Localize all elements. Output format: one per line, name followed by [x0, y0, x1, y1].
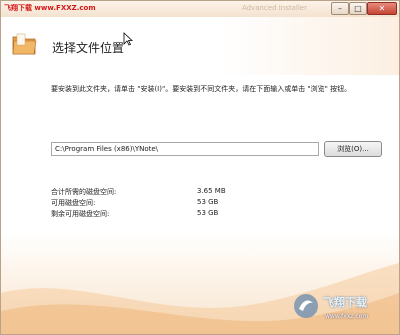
close-icon: ✕ — [378, 4, 386, 13]
cursor-icon — [123, 32, 133, 46]
watermark-bottom-text: 飞翔下载 — [323, 296, 367, 309]
minimize-icon: – — [338, 4, 342, 13]
installer-window: 飞翔下载 www.FXXZ.com Advanced Installer – □… — [0, 0, 400, 335]
watermark-bottom: 飞翔下载 www.fxxz.com — [291, 291, 396, 331]
install-path-input[interactable] — [51, 142, 319, 156]
available-space-value: 53 GB — [197, 198, 219, 206]
folder-icon — [12, 33, 37, 55]
maximize-button[interactable]: □ — [349, 2, 367, 15]
close-button[interactable]: ✕ — [367, 2, 397, 15]
remaining-space-value: 53 GB — [197, 209, 219, 217]
watermark-bottom-url: www.fxxz.com — [325, 313, 369, 320]
browse-button[interactable]: 浏览(O)... — [324, 141, 382, 157]
watermark-top-text: 飞翔下载 www.FXXZ.com — [4, 4, 96, 12]
minimize-button[interactable]: – — [331, 2, 349, 15]
required-space-label: 合计所需的磁盘空间: — [51, 188, 117, 196]
available-space-label: 可用磁盘空间: — [51, 199, 96, 207]
maximize-icon: □ — [354, 4, 362, 13]
instructions-text: 要安装到此文件夹，请单击 "安装(I)"。要安装到不同文件夹，请在下面输入或单击… — [51, 85, 352, 93]
page-title: 选择文件位置 — [52, 41, 125, 55]
required-space-value: 3.65 MB — [197, 187, 226, 195]
title-bar[interactable]: 飞翔下载 www.FXXZ.com Advanced Installer – □… — [1, 1, 399, 17]
title-bar-brand: Advanced Installer — [241, 4, 307, 12]
remaining-space-label: 剩余可用磁盘空间: — [51, 210, 110, 218]
page-header: 选择文件位置 — [1, 17, 399, 75]
watermark-logo-icon — [294, 294, 318, 318]
